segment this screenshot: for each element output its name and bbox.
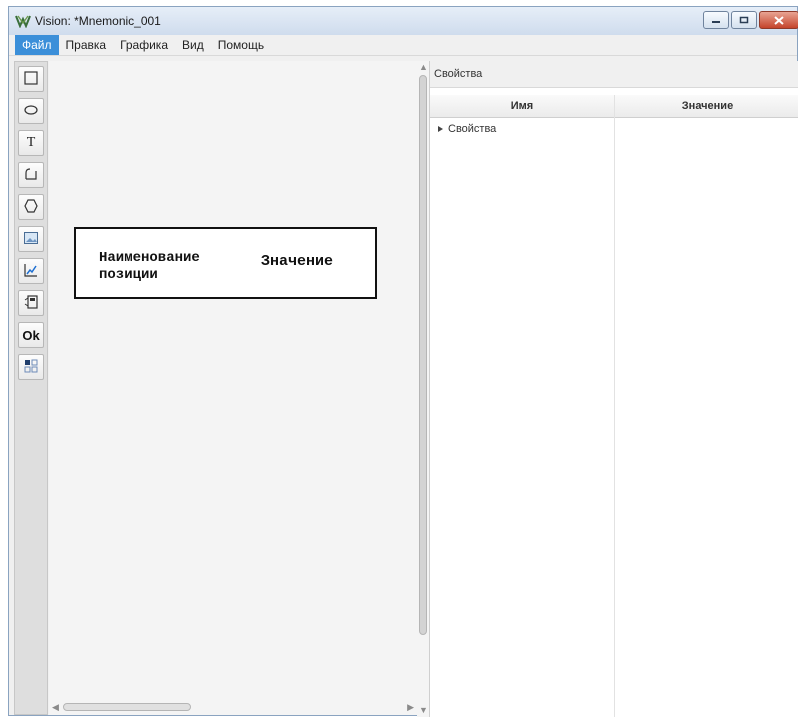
- text-tool-button[interactable]: T: [18, 130, 44, 156]
- canvas-vertical-scrollbar[interactable]: ▲ ▼: [417, 61, 429, 717]
- grid-icon: [23, 358, 39, 377]
- mnemonic-element[interactable]: Наименование позиции Значение: [74, 227, 377, 299]
- rectangle-tool-button[interactable]: [18, 66, 44, 92]
- grid-tool-button[interactable]: [18, 354, 44, 380]
- column-divider: [614, 95, 615, 717]
- scroll-right-arrow-icon[interactable]: ▶: [407, 702, 414, 712]
- horizontal-scroll-thumb[interactable]: [63, 703, 191, 711]
- close-button[interactable]: [759, 11, 798, 29]
- hexagon-icon: [23, 198, 39, 217]
- position-value-label: Значение: [261, 253, 334, 270]
- ellipse-icon: [23, 102, 39, 121]
- title-bar[interactable]: Vision: *Mnemonic_001: [9, 7, 798, 35]
- properties-tree-item[interactable]: Свойства: [438, 123, 496, 135]
- menu-help[interactable]: Помощь: [211, 35, 271, 55]
- window-controls: [703, 11, 798, 29]
- vision-logo-icon: [15, 13, 31, 29]
- image-icon: [23, 230, 39, 249]
- tree-item-label: Свойства: [448, 123, 497, 135]
- menu-bar: Файл Правка Графика Вид Помощь: [9, 35, 797, 56]
- ok-button-tool-button[interactable]: Ok: [18, 322, 44, 348]
- menu-graphics[interactable]: Графика: [113, 35, 175, 55]
- ok-button-icon: Ok: [22, 327, 40, 343]
- value-display-tool-button[interactable]: [18, 290, 44, 316]
- position-name-label: Наименование позиции: [99, 250, 200, 283]
- menu-file[interactable]: Файл: [15, 35, 59, 55]
- ellipse-tool-button[interactable]: [18, 98, 44, 124]
- mnemonic-canvas[interactable]: Наименование позиции Значение: [49, 61, 417, 699]
- value-display-icon: [23, 294, 39, 313]
- polyline-icon: [23, 166, 39, 185]
- window-title: Vision: *Mnemonic_001: [35, 14, 161, 28]
- polygon-tool-button[interactable]: [18, 194, 44, 220]
- trend-tool-button[interactable]: [18, 258, 44, 284]
- image-tool-button[interactable]: [18, 226, 44, 252]
- minimize-button[interactable]: [703, 11, 729, 29]
- scroll-up-arrow-icon[interactable]: ▲: [419, 62, 428, 72]
- vertical-scroll-thumb[interactable]: [419, 75, 427, 635]
- canvas-horizontal-scrollbar[interactable]: ◀ ▶: [49, 699, 417, 715]
- properties-panel: Свойства Имя Значение Свойства: [429, 61, 798, 717]
- menu-edit[interactable]: Правка: [59, 35, 114, 55]
- menu-view[interactable]: Вид: [175, 35, 211, 55]
- column-header-value[interactable]: Значение: [615, 95, 798, 118]
- scroll-down-arrow-icon[interactable]: ▼: [419, 705, 428, 715]
- app-window: Vision: *Mnemonic_001 Файл Правка График…: [8, 6, 798, 717]
- maximize-button[interactable]: [731, 11, 757, 29]
- scroll-left-arrow-icon[interactable]: ◀: [52, 702, 59, 712]
- text-icon: T: [26, 135, 36, 150]
- properties-panel-title: Свойства: [430, 61, 798, 88]
- column-header-name[interactable]: Имя: [430, 95, 614, 118]
- expand-arrow-icon[interactable]: [438, 126, 443, 132]
- tools-toolbar: T Ok: [14, 61, 48, 715]
- trend-chart-icon: [23, 262, 39, 281]
- rectangle-icon: [23, 70, 39, 89]
- polyline-tool-button[interactable]: [18, 162, 44, 188]
